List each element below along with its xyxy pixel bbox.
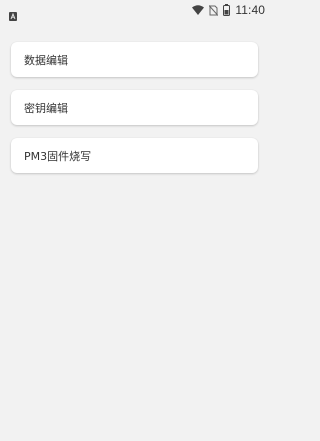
status-left bbox=[9, 6, 17, 21]
menu-item-pm3-firmware-flash[interactable]: PM3固件烧写 bbox=[11, 138, 258, 173]
menu-list: 数据编辑 密钥编辑 PM3固件烧写 bbox=[11, 42, 258, 186]
status-bar: 11:40 bbox=[0, 0, 270, 21]
wifi-icon bbox=[192, 5, 205, 15]
status-clock: 11:40 bbox=[235, 3, 265, 17]
no-sim-icon bbox=[209, 4, 219, 16]
battery-icon bbox=[223, 4, 231, 16]
status-right: 11:40 bbox=[192, 3, 265, 17]
notification-a-icon bbox=[9, 6, 17, 21]
menu-item-label: PM3固件烧写 bbox=[24, 149, 92, 163]
menu-item-label: 密钥编辑 bbox=[24, 101, 68, 115]
menu-item-key-edit[interactable]: 密钥编辑 bbox=[11, 90, 258, 125]
menu-item-label: 数据编辑 bbox=[24, 53, 68, 67]
menu-item-data-edit[interactable]: 数据编辑 bbox=[11, 42, 258, 77]
